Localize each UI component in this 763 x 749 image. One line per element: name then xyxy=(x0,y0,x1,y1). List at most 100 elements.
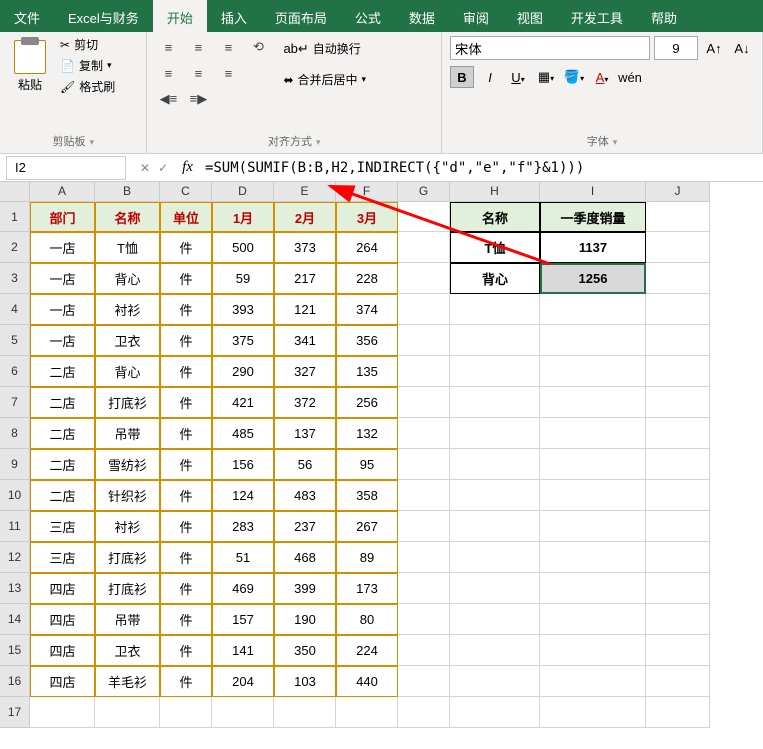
cell-E4[interactable]: 121 xyxy=(274,294,336,325)
cell-G10[interactable] xyxy=(398,480,450,511)
cell-I16[interactable] xyxy=(540,666,646,697)
cell-D3[interactable]: 59 xyxy=(212,263,274,294)
cell-H10[interactable] xyxy=(450,480,540,511)
name-box[interactable] xyxy=(6,156,126,180)
cell-H9[interactable] xyxy=(450,449,540,480)
cell-C5[interactable]: 件 xyxy=(160,325,212,356)
tab-公式[interactable]: 公式 xyxy=(341,0,395,32)
cell-J14[interactable] xyxy=(646,604,710,635)
cell-B1[interactable]: 名称 xyxy=(95,202,160,232)
row-header-5[interactable]: 5 xyxy=(0,325,30,356)
cell-F17[interactable] xyxy=(336,697,398,728)
cell-C13[interactable]: 件 xyxy=(160,573,212,604)
cell-E16[interactable]: 103 xyxy=(274,666,336,697)
tab-数据[interactable]: 数据 xyxy=(395,0,449,32)
row-header-17[interactable]: 17 xyxy=(0,697,30,728)
cell-J6[interactable] xyxy=(646,356,710,387)
cell-A17[interactable] xyxy=(30,697,95,728)
cell-J8[interactable] xyxy=(646,418,710,449)
cell-I11[interactable] xyxy=(540,511,646,542)
paste-button[interactable]: 粘贴 xyxy=(8,36,52,95)
merge-button[interactable]: ⬌合并后居中 ▾ xyxy=(283,71,366,88)
cut-button[interactable]: ✂剪切 xyxy=(60,36,115,53)
row-header-14[interactable]: 14 xyxy=(0,604,30,635)
cell-E17[interactable] xyxy=(274,697,336,728)
cell-D10[interactable]: 124 xyxy=(212,480,274,511)
font-dec-button[interactable]: A↓ xyxy=(730,37,754,59)
cell-I14[interactable] xyxy=(540,604,646,635)
row-header-9[interactable]: 9 xyxy=(0,449,30,480)
cell-B16[interactable]: 羊毛衫 xyxy=(95,666,160,697)
cell-F4[interactable]: 374 xyxy=(336,294,398,325)
cell-J17[interactable] xyxy=(646,697,710,728)
cell-B4[interactable]: 衬衫 xyxy=(95,294,160,325)
cell-E13[interactable]: 399 xyxy=(274,573,336,604)
cell-I7[interactable] xyxy=(540,387,646,418)
font-color-button[interactable]: A▾ xyxy=(590,66,614,88)
phonetic-button[interactable]: wén xyxy=(618,66,642,88)
cell-H4[interactable] xyxy=(450,294,540,325)
tab-文件[interactable]: 文件 xyxy=(0,0,54,32)
cell-A14[interactable]: 四店 xyxy=(30,604,95,635)
cell-I5[interactable] xyxy=(540,325,646,356)
cell-J13[interactable] xyxy=(646,573,710,604)
cell-J2[interactable] xyxy=(646,232,710,263)
cell-G11[interactable] xyxy=(398,511,450,542)
cell-I13[interactable] xyxy=(540,573,646,604)
cell-G15[interactable] xyxy=(398,635,450,666)
col-header-A[interactable]: A xyxy=(30,182,95,202)
tab-开发工具[interactable]: 开发工具 xyxy=(557,0,637,32)
cell-A6[interactable]: 二店 xyxy=(30,356,95,387)
cell-F6[interactable]: 135 xyxy=(336,356,398,387)
row-header-11[interactable]: 11 xyxy=(0,511,30,542)
cell-D17[interactable] xyxy=(212,697,274,728)
cell-H6[interactable] xyxy=(450,356,540,387)
cell-J12[interactable] xyxy=(646,542,710,573)
row-header-6[interactable]: 6 xyxy=(0,356,30,387)
cell-I10[interactable] xyxy=(540,480,646,511)
cancel-formula-icon[interactable]: ✕ xyxy=(140,161,150,175)
cell-H16[interactable] xyxy=(450,666,540,697)
row-header-12[interactable]: 12 xyxy=(0,542,30,573)
cell-A11[interactable]: 三店 xyxy=(30,511,95,542)
cell-C4[interactable]: 件 xyxy=(160,294,212,325)
row-header-8[interactable]: 8 xyxy=(0,418,30,449)
cell-G14[interactable] xyxy=(398,604,450,635)
cell-J9[interactable] xyxy=(646,449,710,480)
cell-H12[interactable] xyxy=(450,542,540,573)
fx-icon[interactable]: fx xyxy=(176,159,199,176)
cell-B7[interactable]: 打底衫 xyxy=(95,387,160,418)
row-header-1[interactable]: 1 xyxy=(0,202,30,232)
cell-B14[interactable]: 吊带 xyxy=(95,604,160,635)
cell-A2[interactable]: 一店 xyxy=(30,232,95,263)
cell-G12[interactable] xyxy=(398,542,450,573)
cell-D5[interactable]: 375 xyxy=(212,325,274,356)
formula-input[interactable]: =SUM(SUMIF(B:B,H2,INDIRECT({"d","e","f"}… xyxy=(199,158,763,178)
cell-J5[interactable] xyxy=(646,325,710,356)
font-inc-button[interactable]: A↑ xyxy=(702,37,726,59)
wrap-text-button[interactable]: ab↵自动换行 xyxy=(283,40,366,57)
cell-E14[interactable]: 190 xyxy=(274,604,336,635)
copy-button[interactable]: 📄复制 ▾ xyxy=(60,57,115,74)
tab-帮助[interactable]: 帮助 xyxy=(637,0,691,32)
cell-J15[interactable] xyxy=(646,635,710,666)
cell-B11[interactable]: 衬衫 xyxy=(95,511,160,542)
cell-A3[interactable]: 一店 xyxy=(30,263,95,294)
cell-B2[interactable]: T恤 xyxy=(95,232,160,263)
cell-F8[interactable]: 132 xyxy=(336,418,398,449)
cell-C3[interactable]: 件 xyxy=(160,263,212,294)
font-family-select[interactable] xyxy=(450,36,650,60)
cell-H17[interactable] xyxy=(450,697,540,728)
cell-E7[interactable]: 372 xyxy=(274,387,336,418)
align-mid-button[interactable]: ≡ xyxy=(185,36,211,58)
cell-E12[interactable]: 468 xyxy=(274,542,336,573)
cell-C14[interactable]: 件 xyxy=(160,604,212,635)
cell-E15[interactable]: 350 xyxy=(274,635,336,666)
cell-D4[interactable]: 393 xyxy=(212,294,274,325)
cell-A10[interactable]: 二店 xyxy=(30,480,95,511)
row-header-4[interactable]: 4 xyxy=(0,294,30,325)
cell-F7[interactable]: 256 xyxy=(336,387,398,418)
cell-G6[interactable] xyxy=(398,356,450,387)
cell-F11[interactable]: 267 xyxy=(336,511,398,542)
cell-D8[interactable]: 485 xyxy=(212,418,274,449)
